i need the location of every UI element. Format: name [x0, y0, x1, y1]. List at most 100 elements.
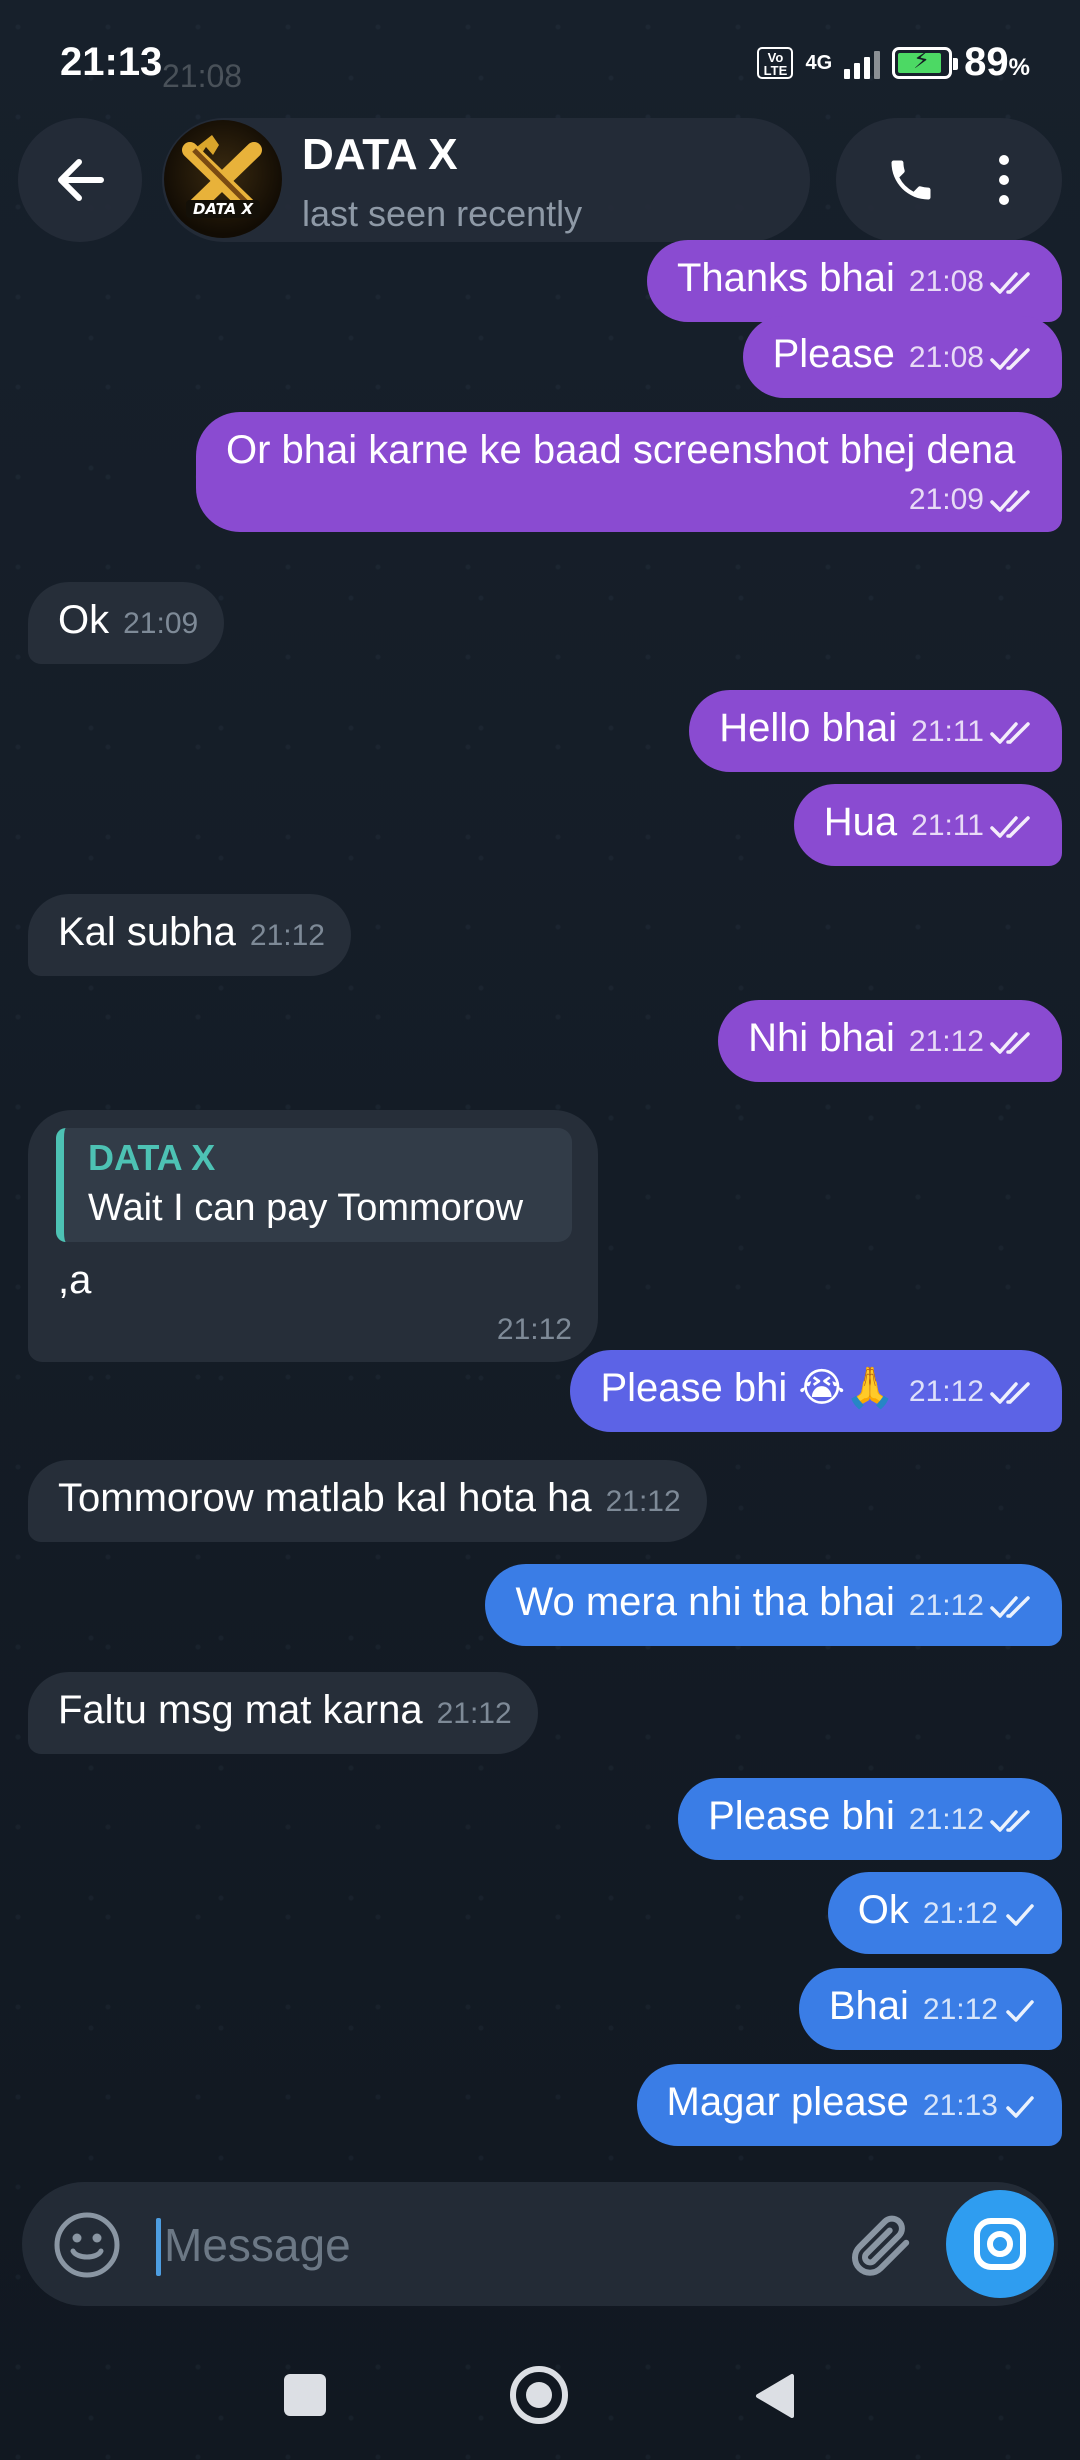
double-check-icon [990, 272, 1030, 294]
message-meta: 21:12 [250, 908, 325, 964]
status-time: 21:13 [60, 40, 163, 84]
message-text: Please bhi [708, 1794, 895, 1838]
message-meta: 21:12 [923, 1982, 1036, 2038]
message-text: Nhi bhai [748, 1016, 895, 1060]
outgoing-message[interactable]: Hello bhai 21:11 [689, 690, 1062, 772]
incoming-message[interactable]: DATA X Wait I can pay Tommorow ,a 21:12 [28, 1110, 598, 1362]
message-text: Thanks bhai [677, 256, 895, 300]
double-check-icon [990, 490, 1030, 512]
double-check-icon [990, 348, 1030, 370]
double-check-icon [990, 1032, 1030, 1054]
message-text: Please [772, 332, 895, 376]
check-icon [1006, 2096, 1034, 2118]
message-meta: 21:12 [437, 1686, 512, 1742]
check-icon [1006, 1904, 1034, 1926]
message-time: 21:11 [911, 809, 984, 842]
outgoing-message[interactable]: Please bhi 😭🙏 21:12 [570, 1350, 1062, 1432]
outgoing-message[interactable]: Magar please 21:13 [636, 2064, 1062, 2146]
outgoing-message[interactable]: Ok 21:12 [827, 1872, 1062, 1954]
message-time: 21:12 [922, 1897, 998, 1930]
message-time: 21:12 [908, 1375, 984, 1408]
back-button[interactable] [18, 118, 142, 242]
incoming-message[interactable]: Ok 21:09 [28, 582, 225, 664]
double-check-icon [990, 1596, 1030, 1618]
message-meta: 21:13 [923, 2078, 1036, 2134]
svg-text:DATA X: DATA X [193, 200, 255, 218]
outgoing-message[interactable]: Wo mera nhi tha bhai 21:12 [485, 1564, 1062, 1646]
chat-title: DATA X [302, 130, 458, 179]
camera-icon [974, 2218, 1026, 2270]
message-time: 21:12 [922, 1993, 998, 2026]
double-check-icon [990, 1382, 1030, 1404]
message-time: 21:12 [436, 1697, 512, 1730]
message-meta: 21:12 [909, 1792, 1036, 1848]
outgoing-message[interactable]: Please bhi 21:12 [678, 1778, 1062, 1860]
incoming-message[interactable]: Faltu msg mat karna 21:12 [28, 1672, 538, 1754]
message-text: Ok [58, 598, 110, 642]
message-time: 21:09 [123, 607, 199, 640]
network-type: 4G [805, 51, 833, 74]
message-meta: 21:12 [606, 1474, 681, 1530]
quoted-reply[interactable]: DATA X Wait I can pay Tommorow [56, 1128, 572, 1242]
message-input[interactable] [160, 2208, 800, 2282]
battery-percent: 89% [964, 40, 1030, 84]
message-text: Ok [857, 1888, 909, 1932]
volte-icon: Vo LTE [757, 46, 794, 79]
nav-back-button[interactable] [752, 2372, 796, 2420]
phone-icon[interactable] [885, 154, 937, 206]
message-meta: 21:11 [911, 798, 1036, 854]
camera-button[interactable] [946, 2190, 1054, 2298]
signal-icon [844, 47, 881, 79]
message-text: ,a [58, 1258, 92, 1302]
message-text: Please bhi 😭🙏 [600, 1366, 895, 1410]
message-time: 21:12 [249, 919, 325, 952]
ghost-time: 21:08 [162, 58, 243, 94]
double-check-icon [990, 1810, 1030, 1832]
message-time: 21:12 [496, 1313, 572, 1346]
message-meta: 21:12 [909, 1364, 1036, 1420]
avatar[interactable]: DATA X [164, 120, 282, 238]
nav-home-button[interactable] [510, 2366, 568, 2424]
more-vertical-icon[interactable] [994, 152, 1014, 208]
message-meta: 21:08 [909, 254, 1036, 310]
nav-recents-button[interactable] [284, 2374, 326, 2416]
outgoing-message[interactable]: Thanks bhai 21:08 [647, 240, 1062, 322]
header-actions [836, 118, 1062, 242]
message-time: 21:12 [908, 1803, 984, 1836]
double-check-icon [990, 722, 1030, 744]
message-meta: 21:12 [909, 1578, 1036, 1634]
message-time: 21:12 [908, 1025, 984, 1058]
outgoing-message[interactable]: Nhi bhai 21:12 [718, 1000, 1062, 1082]
data-x-logo-icon: DATA X [182, 135, 262, 218]
message-time: 21:12 [605, 1485, 681, 1518]
message-time: 21:08 [908, 341, 984, 374]
message-time: 21:11 [911, 715, 984, 748]
message-time: 21:08 [908, 265, 984, 298]
reply-author: DATA X [88, 1137, 216, 1178]
double-check-icon [990, 816, 1030, 838]
outgoing-message[interactable]: Please 21:08 [742, 316, 1062, 398]
outgoing-message[interactable]: Bhai 21:12 [798, 1968, 1062, 2050]
message-meta: 21:12 [909, 1014, 1036, 1070]
smiley-icon[interactable] [52, 2210, 122, 2280]
chat-status: last seen recently [302, 193, 583, 234]
message-text: Faltu msg mat karna [58, 1688, 423, 1732]
battery-icon: ⚡ [892, 46, 959, 79]
incoming-message[interactable]: Tommorow matlab kal hota ha 21:12 [28, 1460, 707, 1542]
message-meta: 21:08 [909, 330, 1036, 386]
message-meta: 21:09 [226, 480, 1036, 520]
paperclip-icon[interactable] [842, 2208, 914, 2280]
message-text: Kal subha [58, 910, 236, 954]
message-text: Magar please [666, 2080, 909, 2124]
message-text: Wo mera nhi tha bhai [515, 1580, 895, 1624]
outgoing-message[interactable]: Hua 21:11 [793, 784, 1062, 866]
message-meta: 21:09 [123, 596, 198, 652]
outgoing-message[interactable]: Or bhai karne ke baad screenshot bhej de… [196, 412, 1062, 532]
reply-text: Wait I can pay Tommorow [88, 1187, 524, 1229]
message-text: Hua [823, 800, 898, 844]
status-icons: Vo LTE 4G ⚡ 89% [757, 40, 1030, 85]
message-time: 21:12 [908, 1589, 984, 1622]
message-time: 21:09 [908, 483, 984, 516]
incoming-message[interactable]: Kal subha 21:12 [28, 894, 351, 976]
message-meta: 21:12 [58, 1310, 572, 1350]
